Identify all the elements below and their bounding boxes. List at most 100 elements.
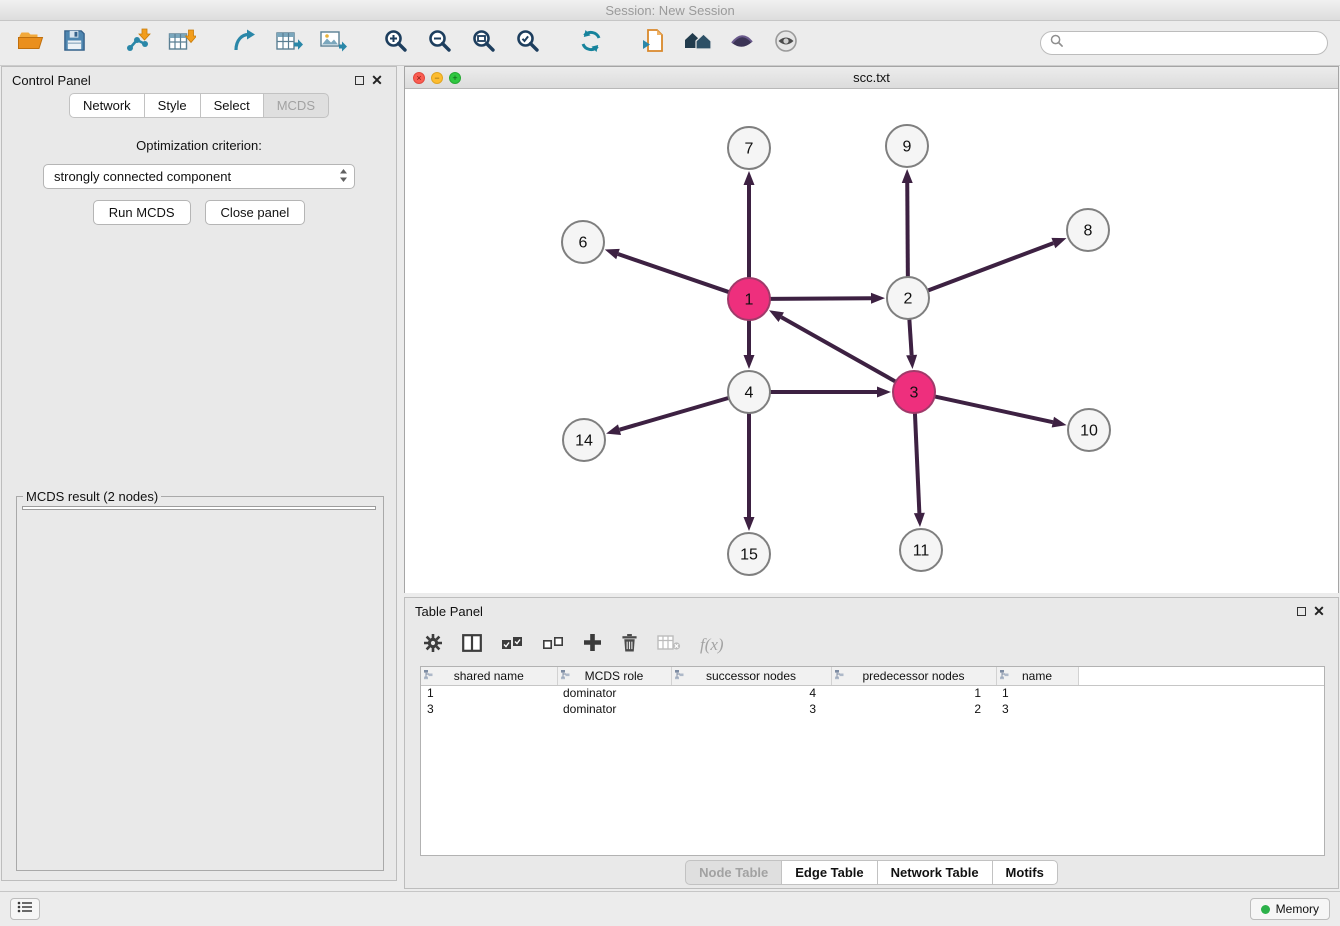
table-tab-node-table[interactable]: Node Table (685, 860, 781, 885)
graph-node-7[interactable]: 7 (728, 127, 770, 169)
graph-node-4[interactable]: 4 (728, 371, 770, 413)
column-header-predecessor-nodes[interactable]: predecessor nodes (831, 667, 996, 685)
columns-icon (462, 634, 482, 657)
graph-edge-3-11[interactable] (915, 413, 919, 513)
graph-edge-1-2[interactable] (770, 298, 871, 299)
tab-network[interactable]: Network (69, 93, 144, 118)
memory-button[interactable]: Memory (1250, 898, 1330, 920)
graph-node-8[interactable]: 8 (1067, 209, 1109, 251)
table-cell[interactable]: dominator (557, 701, 671, 717)
minimize-window-button[interactable]: − (431, 72, 443, 84)
graph-node-3[interactable]: 3 (893, 371, 935, 413)
tab-style[interactable]: Style (144, 93, 200, 118)
table-cell[interactable]: 3 (671, 701, 831, 717)
zoom-fit-icon (471, 28, 497, 59)
graph-node-label: 15 (740, 547, 758, 564)
graph-edge-3-1[interactable] (781, 317, 895, 382)
import-network-button[interactable] (119, 26, 156, 60)
table-cell[interactable]: 3 (996, 701, 1078, 717)
close-panel-button-inline[interactable]: Close panel (205, 200, 306, 225)
mcds-result-text[interactable]: 13 (22, 506, 376, 510)
table-tab-edge-table[interactable]: Edge Table (781, 860, 876, 885)
graph-node-9[interactable]: 9 (886, 125, 928, 167)
trash-icon (621, 633, 638, 658)
search-input[interactable] (1069, 36, 1318, 51)
graph-edge-1-6[interactable] (618, 254, 729, 292)
table-cell[interactable]: 1 (996, 685, 1078, 701)
graph-edge-3-10[interactable] (935, 396, 1053, 422)
optimization-criterion-select[interactable]: strongly connected component (43, 164, 355, 189)
close-window-button[interactable]: × (413, 72, 425, 84)
float-table-panel-button[interactable] (1292, 602, 1310, 620)
save-session-button[interactable] (56, 26, 93, 60)
share-network-button[interactable] (226, 26, 263, 60)
graph-edge-arrow (744, 517, 755, 531)
graph-node-6[interactable]: 6 (562, 221, 604, 263)
export-table-button[interactable] (270, 26, 307, 60)
graph-edge-2-8[interactable] (928, 243, 1054, 291)
float-panel-button[interactable] (350, 71, 368, 89)
column-header-mcds-role[interactable]: MCDS role (557, 667, 671, 685)
graph-edge-arrow (605, 249, 620, 259)
zoom-out-button[interactable] (421, 26, 458, 60)
graph-node-14[interactable]: 14 (563, 419, 605, 461)
open-file-button[interactable] (12, 26, 49, 60)
graph-node-label: 1 (745, 292, 754, 309)
export-image-button[interactable] (314, 26, 351, 60)
zoom-selected-button[interactable] (509, 26, 546, 60)
table-cell[interactable]: dominator (557, 685, 671, 701)
status-menu-button[interactable] (10, 898, 40, 920)
table-tab-motifs[interactable]: Motifs (992, 860, 1058, 885)
select-all-button[interactable] (501, 635, 523, 656)
search-field[interactable] (1040, 31, 1328, 55)
maximize-window-button[interactable]: + (449, 72, 461, 84)
show-hide-button[interactable] (767, 26, 804, 60)
close-panel-button[interactable]: ✕ (368, 71, 386, 89)
node-table-header-row: shared nameMCDS rolesuccessor nodesprede… (421, 667, 1324, 685)
add-column-button[interactable] (583, 633, 602, 657)
window-titlebar: Session: New Session (0, 0, 1340, 21)
graph-node-11[interactable]: 11 (900, 529, 942, 571)
zoom-in-button[interactable] (377, 26, 414, 60)
close-table-panel-button[interactable]: ✕ (1310, 602, 1328, 620)
save-icon (62, 28, 87, 58)
refresh-button[interactable] (572, 26, 609, 60)
graph-node-10[interactable]: 10 (1068, 409, 1110, 451)
graph-edge-2-3[interactable] (909, 319, 911, 355)
table-row[interactable]: 1dominator411 (421, 685, 1324, 701)
graph-node-2[interactable]: 2 (887, 277, 929, 319)
show-columns-button[interactable] (462, 634, 482, 657)
tab-mcds[interactable]: MCDS (263, 93, 329, 118)
table-row[interactable]: 3dominator323 (421, 701, 1324, 717)
graph-node-15[interactable]: 15 (728, 533, 770, 575)
first-neighbors-button[interactable] (679, 26, 716, 60)
table-cell[interactable]: 1 (831, 685, 996, 701)
column-header-name[interactable]: name (996, 667, 1078, 685)
run-mcds-button[interactable]: Run MCDS (93, 200, 191, 225)
column-header-successor-nodes[interactable]: successor nodes (671, 667, 831, 685)
network-window-titlebar: scc.txt × − + (405, 67, 1338, 89)
zoom-fit-button[interactable] (465, 26, 502, 60)
deselect-all-button[interactable] (542, 635, 564, 656)
graph-node-label: 9 (903, 139, 912, 156)
column-header-shared-name[interactable]: shared name (421, 667, 557, 685)
graph-node-1[interactable]: 1 (728, 278, 770, 320)
list-icon (17, 900, 33, 918)
network-from-selection-button[interactable] (635, 26, 672, 60)
graph-edge-2-9[interactable] (907, 183, 908, 277)
table-settings-button[interactable] (423, 633, 443, 658)
network-graph[interactable]: 7 9 6 8 1 2 4 3 14 10 15 11 (405, 89, 1338, 593)
unchecked-boxes-icon (542, 635, 564, 656)
table-cell[interactable]: 4 (671, 685, 831, 701)
network-canvas[interactable]: 7 9 6 8 1 2 4 3 14 10 15 11 (405, 89, 1338, 593)
import-table-button[interactable] (163, 26, 200, 60)
table-cell[interactable]: 2 (831, 701, 996, 717)
table-tab-network-table[interactable]: Network Table (877, 860, 992, 885)
window-title: Session: New Session (605, 3, 734, 18)
graph-edge-4-14[interactable] (620, 398, 729, 430)
tab-select[interactable]: Select (200, 93, 263, 118)
delete-column-button[interactable] (621, 633, 638, 658)
table-cell[interactable]: 1 (421, 685, 557, 701)
table-cell[interactable]: 3 (421, 701, 557, 717)
apply-style-button[interactable] (723, 26, 760, 60)
